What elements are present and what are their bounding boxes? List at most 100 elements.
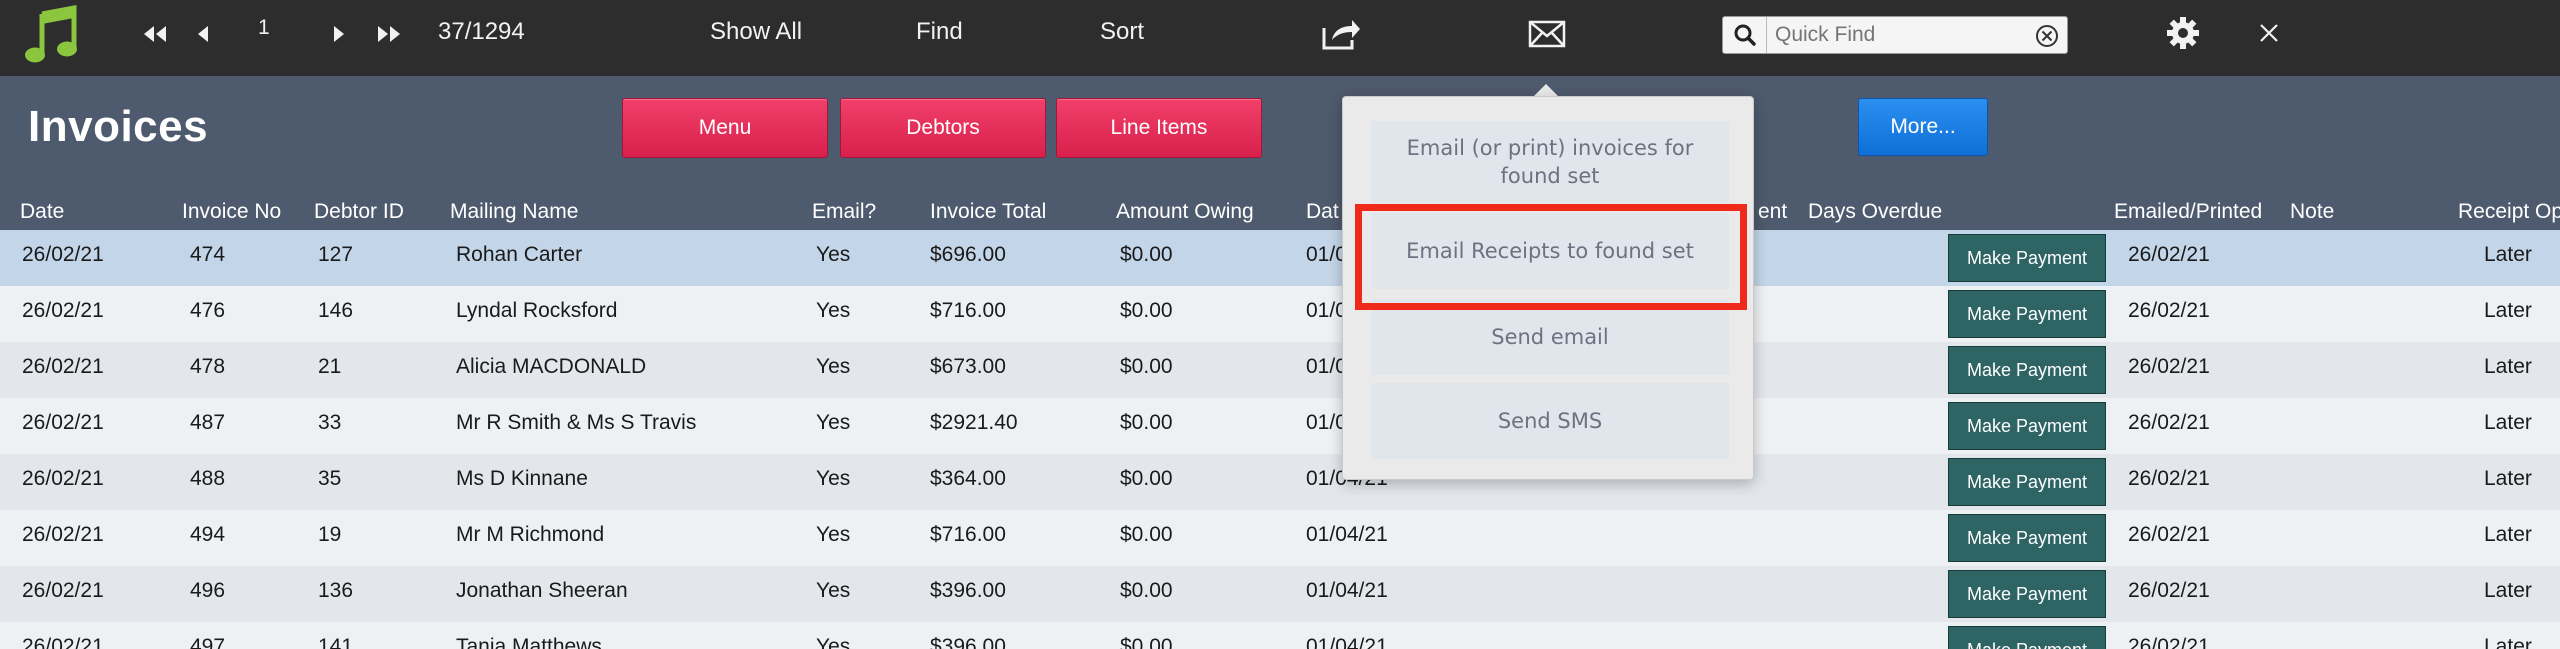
find-button[interactable]: Find [916, 18, 963, 46]
row-date[interactable]: 26/02/21 [22, 243, 104, 267]
row-invoice-no[interactable]: 478 [190, 355, 225, 379]
row-date[interactable]: 26/02/21 [22, 355, 104, 379]
row-debtor-id[interactable]: 141 [318, 635, 353, 649]
share-export-icon[interactable] [1320, 16, 1362, 56]
row-amount-owing[interactable]: $0.00 [1120, 299, 1173, 323]
row-date-due[interactable]: 01/0 [1306, 411, 1347, 435]
row-mailing-name[interactable]: Mr R Smith & Ms S Travis [456, 411, 696, 435]
row-debtor-id[interactable]: 19 [318, 523, 341, 547]
row-amount-owing[interactable]: $0.00 [1120, 243, 1173, 267]
row-date[interactable]: 26/02/21 [22, 579, 104, 603]
row-date-due[interactable]: 01/0 [1306, 355, 1347, 379]
row-debtor-id[interactable]: 21 [318, 355, 341, 379]
menu-button[interactable]: Menu [622, 98, 828, 158]
row-date[interactable]: 26/02/21 [22, 523, 104, 547]
row-emailed[interactable]: 26/02/21 [2128, 579, 2210, 603]
row-debtor-id[interactable]: 146 [318, 299, 353, 323]
table-row[interactable]: 26/02/21 496 136 Jonathan Sheeran Yes $396.00… [0, 566, 2560, 622]
row-emailed[interactable]: 26/02/21 [2128, 411, 2210, 435]
row-emailed[interactable]: 26/02/21 [2128, 467, 2210, 491]
search-icon[interactable] [1723, 17, 1767, 53]
col-days-overdue[interactable]: Days Overdue [1808, 200, 1942, 224]
more-button[interactable]: More... [1858, 98, 1988, 156]
row-emailed[interactable]: 26/02/21 [2128, 299, 2210, 323]
table-row[interactable]: 26/02/21 476 146 Lyndal Rocksford Yes $716.00… [0, 286, 2560, 342]
row-receipt-option[interactable]: Later [2484, 355, 2532, 379]
col-receipt-option[interactable]: Receipt Op [2458, 200, 2560, 224]
row-invoice-no[interactable]: 474 [190, 243, 225, 267]
row-receipt-option[interactable]: Later [2484, 467, 2532, 491]
make-payment-button[interactable]: Make Payment [1948, 570, 2106, 618]
table-row[interactable]: 26/02/21 478 21 Alicia MACDONALD Yes $673.00 $… [0, 342, 2560, 398]
row-email[interactable]: Yes [816, 579, 850, 603]
music-note-app-icon[interactable] [24, 4, 80, 66]
row-receipt-option[interactable]: Later [2484, 243, 2532, 267]
close-icon[interactable] [2258, 22, 2280, 48]
row-invoice-total[interactable]: $396.00 [930, 579, 1006, 603]
next-record-icon[interactable] [332, 24, 346, 48]
make-payment-button[interactable]: Make Payment [1948, 346, 2106, 394]
row-email[interactable]: Yes [816, 299, 850, 323]
col-amount-owing[interactable]: Amount Owing [1116, 200, 1254, 224]
row-amount-owing[interactable]: $0.00 [1120, 411, 1173, 435]
make-payment-button[interactable]: Make Payment [1948, 626, 2106, 649]
row-date[interactable]: 26/02/21 [22, 411, 104, 435]
table-row[interactable]: 26/02/21 474 127 Rohan Carter Yes $696.00 $0.0… [0, 230, 2560, 286]
table-row[interactable]: 26/02/21 497 141 Tania Matthews Yes $396.00 $0… [0, 622, 2560, 649]
row-email[interactable]: Yes [816, 243, 850, 267]
col-invoice-no[interactable]: Invoice No [182, 200, 281, 224]
col-date-due[interactable]: Dat [1306, 200, 1339, 224]
row-mailing-name[interactable]: Tania Matthews [456, 635, 602, 649]
row-receipt-option[interactable]: Later [2484, 411, 2532, 435]
row-receipt-option[interactable]: Later [2484, 523, 2532, 547]
row-amount-owing[interactable]: $0.00 [1120, 523, 1173, 547]
show-all-button[interactable]: Show All [710, 18, 802, 46]
table-row[interactable]: 26/02/21 488 35 Ms D Kinnane Yes $364.00 $0.00… [0, 454, 2560, 510]
clear-search-icon[interactable] [2035, 24, 2059, 52]
record-number[interactable]: 1 [258, 16, 270, 40]
row-mailing-name[interactable]: Rohan Carter [456, 243, 582, 267]
quick-find-field[interactable] [1722, 16, 2068, 54]
col-date[interactable]: Date [20, 200, 64, 224]
row-mailing-name[interactable]: Mr M Richmond [456, 523, 604, 547]
row-mailing-name[interactable]: Ms D Kinnane [456, 467, 588, 491]
email-envelope-icon[interactable] [1528, 20, 1566, 52]
last-record-icon[interactable] [376, 24, 402, 48]
line-items-button[interactable]: Line Items [1056, 98, 1262, 158]
make-payment-button[interactable]: Make Payment [1948, 234, 2106, 282]
row-invoice-no[interactable]: 494 [190, 523, 225, 547]
previous-record-icon[interactable] [196, 24, 210, 48]
row-email[interactable]: Yes [816, 411, 850, 435]
row-invoice-no[interactable]: 496 [190, 579, 225, 603]
row-invoice-total[interactable]: $364.00 [930, 467, 1006, 491]
row-invoice-total[interactable]: $673.00 [930, 355, 1006, 379]
row-invoice-no[interactable]: 476 [190, 299, 225, 323]
make-payment-button[interactable]: Make Payment [1948, 290, 2106, 338]
row-mailing-name[interactable]: Lyndal Rocksford [456, 299, 617, 323]
make-payment-button[interactable]: Make Payment [1948, 514, 2106, 562]
row-emailed[interactable]: 26/02/21 [2128, 635, 2210, 649]
row-receipt-option[interactable]: Later [2484, 299, 2532, 323]
row-invoice-no[interactable]: 488 [190, 467, 225, 491]
make-payment-button[interactable]: Make Payment [1948, 458, 2106, 506]
col-emailed-printed[interactable]: Emailed/Printed [2114, 200, 2262, 224]
row-email[interactable]: Yes [816, 523, 850, 547]
send-email-button[interactable]: Send email [1371, 299, 1729, 375]
row-invoice-total[interactable]: $716.00 [930, 299, 1006, 323]
row-date-due[interactable]: 01/04/21 [1306, 579, 1388, 603]
row-date[interactable]: 26/02/21 [22, 635, 104, 649]
row-mailing-name[interactable]: Jonathan Sheeran [456, 579, 628, 603]
row-amount-owing[interactable]: $0.00 [1120, 467, 1173, 491]
row-debtor-id[interactable]: 127 [318, 243, 353, 267]
row-invoice-total[interactable]: $716.00 [930, 523, 1006, 547]
col-payment[interactable]: ent [1758, 200, 1787, 224]
row-receipt-option[interactable]: Later [2484, 579, 2532, 603]
sort-button[interactable]: Sort [1100, 18, 1144, 46]
col-debtor-id[interactable]: Debtor ID [314, 200, 404, 224]
col-note[interactable]: Note [2290, 200, 2334, 224]
row-date[interactable]: 26/02/21 [22, 299, 104, 323]
row-invoice-total[interactable]: $396.00 [930, 635, 1006, 649]
row-amount-owing[interactable]: $0.00 [1120, 635, 1173, 649]
col-invoice-total[interactable]: Invoice Total [930, 200, 1046, 224]
row-invoice-total[interactable]: $2921.40 [930, 411, 1018, 435]
